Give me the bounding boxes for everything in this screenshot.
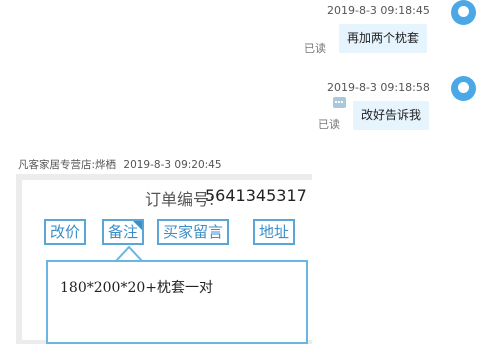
address-button[interactable]: 地址: [253, 219, 296, 245]
read-status: 已读: [304, 42, 326, 55]
read-status: 已读: [318, 118, 340, 131]
active-corner-icon: [133, 221, 143, 230]
order-number-label: 订单编号:: [145, 190, 215, 209]
seller-timestamp: 2019-8-3 09:20:45: [123, 159, 222, 171]
seller-name: 凡客家居专营店:烨栖: [18, 159, 117, 171]
order-number: 5641345317: [205, 186, 307, 205]
avatar-face-icon: [458, 82, 469, 93]
buyer-avatar[interactable]: [451, 76, 476, 101]
chat-dots-icon: [333, 97, 346, 108]
buyer-avatar[interactable]: [451, 0, 476, 25]
remark-note-text: 180*200*20+枕套一对: [60, 280, 213, 296]
message-timestamp: 2019-8-3 09:18:45: [327, 4, 430, 17]
change-price-button[interactable]: 改价: [44, 219, 87, 245]
message-bubble[interactable]: 改好告诉我: [353, 101, 430, 130]
buyer-message-button[interactable]: 买家留言: [157, 219, 230, 245]
message-timestamp: 2019-8-3 09:18:58: [327, 81, 430, 94]
remark-note-box[interactable]: [46, 260, 308, 344]
avatar-face-icon: [458, 6, 469, 17]
message-bubble[interactable]: 再加两个枕套: [339, 24, 428, 53]
remark-button[interactable]: 备注: [102, 219, 145, 245]
seller-info: 凡客家居专营店:烨栖 2019-8-3 09:20:45: [18, 157, 222, 172]
